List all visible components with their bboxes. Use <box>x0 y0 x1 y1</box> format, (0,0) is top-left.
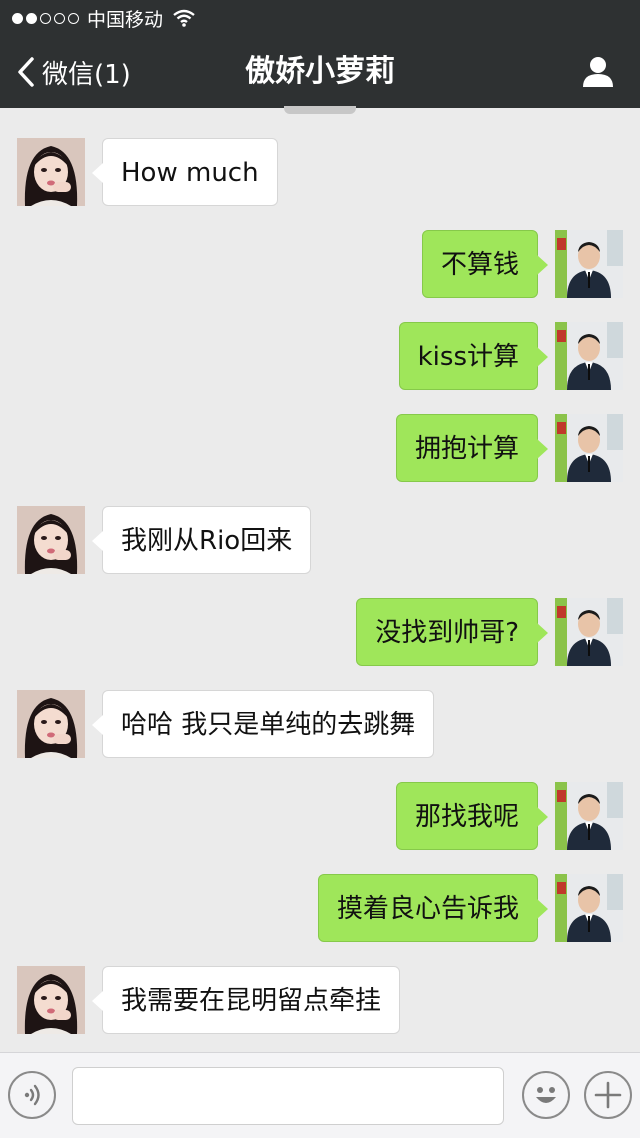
user-photo <box>555 598 623 666</box>
message-row: kiss计算 <box>0 322 640 390</box>
message-row: 摸着良心告诉我 <box>0 874 640 942</box>
message-list[interactable]: How much 不算钱 kiss计算 拥抱计算 我刚从Rio回来 没找到帅哥?… <box>0 108 640 1052</box>
input-bar <box>0 1052 640 1138</box>
my-avatar[interactable] <box>555 598 623 666</box>
message-bubble[interactable]: 摸着良心告诉我 <box>317 874 549 942</box>
message-bubble[interactable]: kiss计算 <box>398 322 549 390</box>
message-bubble[interactable]: 哈哈 我只是单纯的去跳舞 <box>91 690 435 758</box>
voice-icon <box>24 1084 40 1106</box>
signal-dot <box>26 12 37 24</box>
contact-avatar[interactable] <box>17 506 85 574</box>
message-row: 哈哈 我只是单纯的去跳舞 <box>0 690 640 758</box>
contact-photo <box>17 690 85 758</box>
message-row: How much <box>0 138 640 206</box>
contact-avatar[interactable] <box>17 690 85 758</box>
message-bubble[interactable]: How much <box>92 138 278 206</box>
message-row: 没找到帅哥? <box>0 598 640 666</box>
emoji-icon <box>536 1087 556 1103</box>
message-bubble[interactable]: 不算钱 <box>421 230 549 298</box>
message-bubble[interactable]: 那找我呢 <box>395 782 549 850</box>
message-row: 我刚从Rio回来 <box>0 506 640 574</box>
contact-avatar[interactable] <box>17 138 85 206</box>
message-bubble[interactable]: 没找到帅哥? <box>356 598 548 666</box>
user-photo <box>555 782 623 850</box>
my-avatar[interactable] <box>555 414 623 482</box>
more-button[interactable] <box>584 1071 632 1119</box>
my-avatar[interactable] <box>555 322 623 390</box>
signal-dot <box>40 12 51 24</box>
user-photo <box>555 230 623 298</box>
page-title: 傲娇小萝莉 <box>245 54 395 89</box>
message-row: 我需要在昆明留点牵挂 <box>0 966 640 1034</box>
my-avatar[interactable] <box>555 874 623 942</box>
message-row: 不算钱 <box>0 230 640 298</box>
my-avatar[interactable] <box>555 230 623 298</box>
contact-photo <box>17 966 85 1034</box>
signal-dot <box>68 12 79 24</box>
user-photo <box>555 414 623 482</box>
signal-strength-icon <box>12 12 79 24</box>
plus-icon <box>594 1081 622 1109</box>
my-avatar[interactable] <box>555 782 623 850</box>
contact-avatar[interactable] <box>17 966 85 1034</box>
signal-dot <box>54 12 65 24</box>
profile-icon[interactable] <box>580 54 616 90</box>
wifi-icon <box>173 9 195 27</box>
chat-screen: 中国移动 微信(1) 傲娇小萝莉 How much 不算钱 kiss计算 拥抱计… <box>0 0 640 1138</box>
message-row: 那找我呢 <box>0 782 640 850</box>
user-photo <box>555 322 623 390</box>
message-row: 拥抱计算 <box>0 414 640 482</box>
contact-photo <box>17 138 85 206</box>
emoji-button[interactable] <box>522 1071 570 1119</box>
status-bar: 中国移动 <box>12 6 195 31</box>
message-bubble[interactable]: 我刚从Rio回来 <box>91 506 312 574</box>
user-photo <box>555 874 623 942</box>
signal-dot <box>12 12 23 24</box>
message-bubble[interactable]: 拥抱计算 <box>395 414 549 482</box>
message-bubble[interactable]: 我需要在昆明留点牵挂 <box>91 966 401 1034</box>
message-input[interactable] <box>72 1067 504 1125</box>
carrier-name: 中国移动 <box>87 8 164 31</box>
contact-photo <box>17 506 85 574</box>
top-bar: 中国移动 微信(1) 傲娇小萝莉 <box>0 0 640 108</box>
voice-button[interactable] <box>8 1071 56 1119</box>
